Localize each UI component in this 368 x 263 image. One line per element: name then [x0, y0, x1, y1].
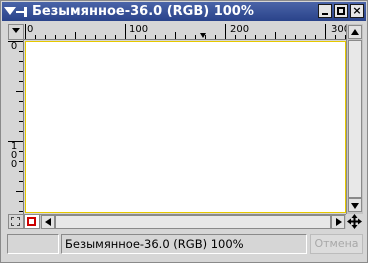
quickmask-on-button[interactable]	[24, 214, 40, 229]
ruler-tick	[195, 35, 196, 39]
ruler-tick	[19, 131, 23, 132]
ruler-tick	[275, 32, 276, 39]
ruler-label-100: 100	[129, 24, 149, 35]
ruler-tick	[95, 35, 96, 39]
window-title: Безымянное-36.0 (RGB) 100%	[32, 4, 254, 19]
ruler-tick	[19, 81, 23, 82]
title-bar[interactable]: Безымянное-36.0 (RGB) 100% ×	[2, 2, 366, 21]
four-arrows-icon	[347, 214, 362, 229]
status-message: Безымянное-36.0 (RGB) 100%	[61, 234, 307, 254]
ruler-tick	[16, 191, 23, 192]
ruler-tick	[325, 24, 326, 39]
ruler-tick	[19, 151, 23, 152]
ruler-tick	[245, 35, 246, 39]
ruler-tick	[55, 35, 56, 39]
ruler-tick	[19, 181, 23, 182]
quickmask-off-button[interactable]	[8, 214, 24, 229]
close-button[interactable]: ×	[350, 4, 364, 18]
ruler-tick	[19, 71, 23, 72]
maximize-icon	[337, 7, 345, 15]
ruler-tick	[305, 35, 306, 39]
ruler-tick	[75, 32, 76, 39]
ruler-tick	[225, 24, 226, 39]
ruler-tick	[25, 24, 26, 39]
navigate-button[interactable]	[346, 213, 363, 230]
pointer-coordinates	[7, 234, 59, 254]
ruler-tick	[19, 211, 23, 212]
scroll-down-button[interactable]	[348, 198, 362, 212]
ruler-tick	[45, 35, 46, 39]
ruler-tick	[145, 35, 146, 39]
vruler-label-0: 0	[10, 41, 18, 52]
menu-arrow-icon	[12, 28, 20, 33]
ruler-tick	[35, 35, 36, 39]
scroll-left-button[interactable]	[41, 215, 55, 229]
vruler-label-100: 100	[10, 141, 18, 170]
cancel-button[interactable]: Отмена	[310, 234, 363, 254]
ruler-tick	[135, 35, 136, 39]
pin-head-icon	[24, 7, 27, 17]
image-menu-button[interactable]	[8, 24, 24, 40]
horizontal-scroll-thumb[interactable]	[55, 215, 331, 229]
scroll-up-button[interactable]	[348, 25, 362, 39]
pointer-position-marker	[200, 33, 206, 38]
ruler-tick	[235, 35, 236, 39]
ruler-tick	[255, 35, 256, 39]
ruler-label-300: 300	[331, 24, 346, 35]
ruler-tick	[19, 201, 23, 202]
triangle-menu-icon[interactable]	[4, 7, 16, 15]
ruler-tick	[265, 35, 266, 39]
window-menu-icons[interactable]	[4, 4, 30, 19]
ruler-tick	[19, 121, 23, 122]
ruler-tick	[125, 24, 126, 39]
ruler-tick	[105, 35, 106, 39]
ruler-tick	[295, 35, 296, 39]
ruler-tick	[185, 35, 186, 39]
ruler-tick	[155, 35, 156, 39]
minimize-button[interactable]	[318, 4, 332, 18]
ruler-tick	[19, 171, 23, 172]
ruler-tick	[19, 61, 23, 62]
ruler-tick	[115, 35, 116, 39]
ruler-tick	[65, 35, 66, 39]
ruler-tick	[315, 35, 316, 39]
arrow-right-icon	[336, 218, 342, 226]
vertical-ruler[interactable]: 0 100	[8, 40, 24, 214]
ruler-tick	[175, 32, 176, 39]
vertical-scrollbar[interactable]	[346, 24, 363, 214]
ruler-tick	[335, 35, 336, 39]
ruler-tick	[19, 111, 23, 112]
vertical-scroll-thumb[interactable]	[348, 40, 362, 198]
dashed-square-icon	[11, 217, 20, 226]
ruler-tick	[85, 35, 86, 39]
ruler-tick	[285, 35, 286, 39]
ruler-tick	[16, 91, 23, 92]
ruler-tick	[19, 51, 23, 52]
horizontal-scrollbar[interactable]	[40, 214, 346, 229]
scroll-right-button[interactable]	[331, 215, 345, 229]
ruler-tick	[19, 101, 23, 102]
arrow-left-icon	[45, 218, 51, 226]
ruler-tick	[215, 35, 216, 39]
arrow-up-icon	[351, 29, 359, 35]
arrow-down-icon	[351, 203, 359, 209]
ruler-tick	[165, 35, 166, 39]
maximize-button[interactable]	[334, 4, 348, 18]
horizontal-ruler[interactable]: 0 100 200 300	[24, 24, 346, 40]
ruler-tick	[19, 161, 23, 162]
red-square-icon	[27, 217, 36, 226]
minimize-icon	[322, 13, 328, 15]
ruler-label-200: 200	[230, 24, 250, 35]
image-canvas[interactable]	[25, 41, 346, 213]
status-message-text: Безымянное-36.0 (RGB) 100%	[65, 237, 244, 251]
image-window: Безымянное-36.0 (RGB) 100% × 0 100 200 3…	[0, 0, 368, 263]
ruler-label-0: 0	[27, 24, 34, 35]
